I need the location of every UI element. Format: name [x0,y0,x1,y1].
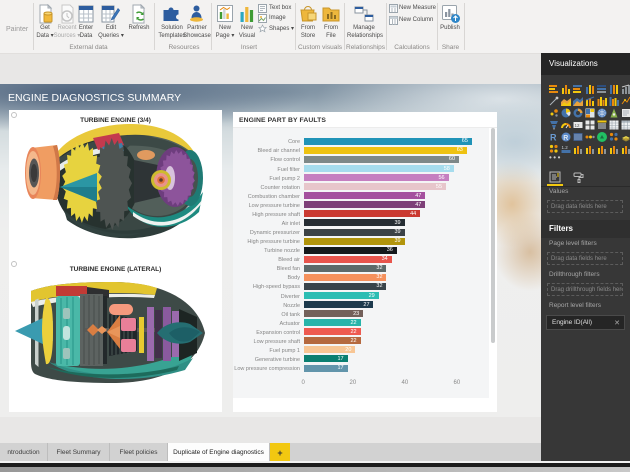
svg-text:R: R [563,135,568,142]
svg-text:1.2: 1.2 [562,145,569,150]
svg-text:12: 12 [575,123,581,128]
svg-text:R: R [550,133,557,142]
